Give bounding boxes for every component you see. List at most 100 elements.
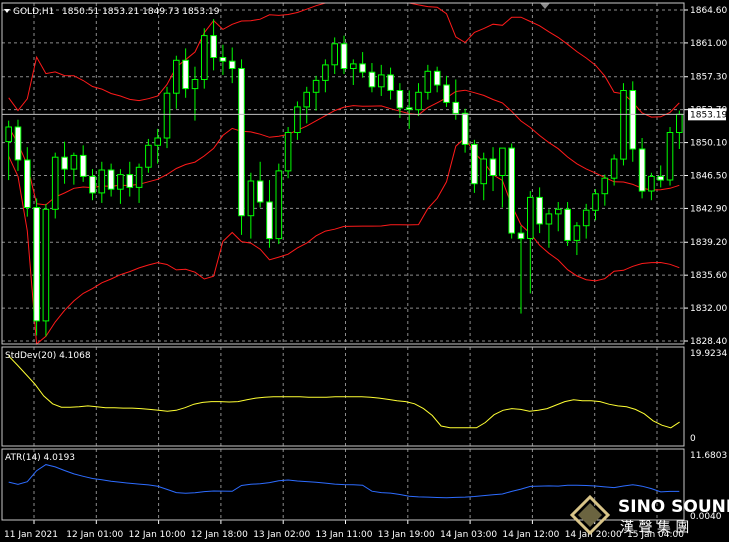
price-tick-label: 1839.20 xyxy=(690,238,727,248)
candle-bull xyxy=(154,137,161,146)
candle-bull xyxy=(676,113,683,134)
time-tick-label: 12 Jan 10:00 xyxy=(129,530,186,540)
chart-shift-marker-icon[interactable] xyxy=(540,3,550,9)
candle-bull xyxy=(145,144,152,168)
candle-bear xyxy=(33,207,40,322)
candle-bull xyxy=(582,209,590,227)
candle-bear xyxy=(24,159,31,208)
price-tick-label: 1832.00 xyxy=(690,304,727,314)
candlestick-series xyxy=(5,19,683,337)
candle-bear xyxy=(182,59,189,90)
candle-bear xyxy=(14,126,22,161)
candle-bear xyxy=(126,174,134,188)
candle-bull xyxy=(312,79,320,93)
stddev-line xyxy=(8,355,680,429)
candle-bear xyxy=(564,208,571,241)
candle-bear xyxy=(489,158,497,176)
chart-ohlc: 1850.51 1853.21 1849.73 1853.19 xyxy=(62,7,220,17)
brand-chinese: 漢 聲 集 團 xyxy=(620,519,689,536)
trading-chart[interactable]: 1864.601861.001857.301853.701850.101846.… xyxy=(0,0,729,542)
candle-bull xyxy=(573,225,581,241)
candle-bear xyxy=(452,101,460,114)
stddev-max-label: 19.9234 xyxy=(690,349,727,359)
chart-symbol: GOLD,H1 xyxy=(13,7,54,17)
candle-bear xyxy=(219,57,227,62)
chevron-down-icon[interactable] xyxy=(4,9,10,13)
candle-bear xyxy=(359,63,366,73)
candle-bull xyxy=(527,196,534,239)
candle-bull xyxy=(275,170,283,240)
price-tick-label: 1828.40 xyxy=(690,337,727,347)
candle-bear xyxy=(256,180,264,203)
candle-bull xyxy=(191,79,199,90)
candle-bull xyxy=(545,213,553,225)
chart-grid xyxy=(2,3,684,520)
brand-name: SINO SOUND xyxy=(618,497,729,517)
candle-bear xyxy=(387,74,394,91)
candle-bull xyxy=(294,106,301,134)
candle-bull xyxy=(648,175,655,192)
candle-bear xyxy=(61,156,68,170)
price-tick-label: 1842.90 xyxy=(690,204,727,214)
candle-bull xyxy=(135,166,143,188)
price-tick-label: 1857.30 xyxy=(690,73,727,83)
candle-bear xyxy=(461,112,469,145)
time-tick-label: 12 Jan 18:00 xyxy=(191,530,248,540)
candle-bull xyxy=(322,64,329,81)
candle-bear xyxy=(210,35,217,58)
stddev-min-label: 0 xyxy=(690,434,696,444)
candle-bull xyxy=(5,126,12,143)
candle-bull xyxy=(610,158,618,179)
time-tick-label: 13 Jan 19:00 xyxy=(378,530,435,540)
stddev-label: StdDev(20) 4.1068 xyxy=(5,351,91,361)
candle-bull xyxy=(378,74,385,88)
time-tick-label: 11 Jan 2021 xyxy=(4,530,58,540)
candle-bull xyxy=(601,177,609,195)
candle-bear xyxy=(508,147,515,234)
candle-bull xyxy=(51,156,59,210)
candle-bear xyxy=(405,107,413,111)
price-tick-label: 1861.00 xyxy=(690,39,727,49)
time-tick-label: 13 Jan 02:00 xyxy=(253,530,310,540)
candle-bull xyxy=(42,208,50,322)
price-tick-label: 1846.50 xyxy=(690,172,727,182)
candle-bull xyxy=(98,169,106,194)
candle-bull xyxy=(620,90,627,160)
candle-bull xyxy=(173,59,180,94)
atr-max-label: 11.6803 xyxy=(690,451,727,461)
sino-sound-logo-icon xyxy=(569,494,611,536)
candle-bull xyxy=(350,63,357,70)
candle-bear xyxy=(368,71,376,88)
atr-label: ATR(14) 4.0193 xyxy=(5,453,75,463)
candle-bear xyxy=(517,232,525,240)
time-tick-label: 13 Jan 11:00 xyxy=(316,530,373,540)
atr-line xyxy=(8,464,680,499)
candle-bull xyxy=(666,132,674,181)
price-tick-label: 1864.60 xyxy=(690,6,727,16)
price-tick-label: 1850.10 xyxy=(690,139,727,149)
candle-bear xyxy=(107,169,115,190)
price-tick-label: 1835.60 xyxy=(690,271,727,281)
candle-bull xyxy=(117,174,124,190)
candle-bear xyxy=(89,175,96,194)
candle-bull xyxy=(70,154,78,170)
candle-bull xyxy=(331,43,338,66)
candle-bull xyxy=(415,91,422,111)
panel-borders xyxy=(1,2,685,521)
candle-bull xyxy=(592,193,599,211)
candle-bear xyxy=(657,175,665,181)
candle-bull xyxy=(555,208,562,215)
candle-bear xyxy=(536,196,543,225)
candle-bear xyxy=(79,154,87,177)
candle-bear xyxy=(228,60,236,70)
candle-bear xyxy=(471,143,478,185)
candle-bull xyxy=(424,70,432,93)
time-tick-label: 12 Jan 01:00 xyxy=(66,530,123,540)
candle-bull xyxy=(499,147,506,177)
bb-lower-line xyxy=(8,137,680,345)
time-tick-label: 14 Jan 03:00 xyxy=(440,530,497,540)
time-tick-label: 14 Jan 12:00 xyxy=(502,530,559,540)
candle-bear xyxy=(638,148,646,192)
indicator-panels xyxy=(8,355,680,499)
price-axes: 1864.601861.001857.301853.701850.101846.… xyxy=(4,3,727,540)
